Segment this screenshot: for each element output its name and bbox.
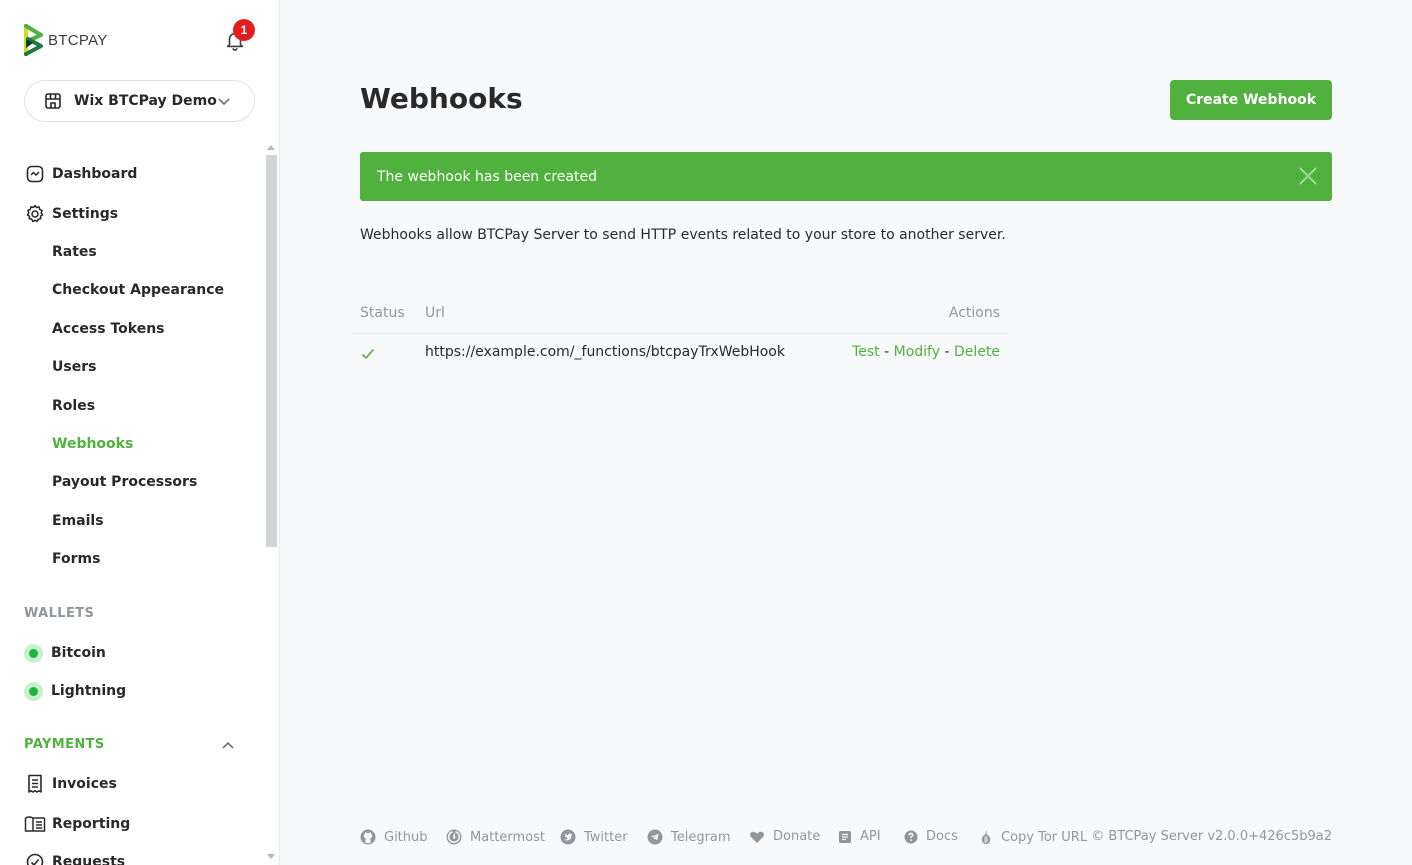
status-online-icon xyxy=(24,681,43,701)
footer-link-github[interactable]: Github xyxy=(360,829,428,845)
footer-link-donate[interactable]: Donate xyxy=(749,829,820,844)
modify-link[interactable]: Modify xyxy=(894,344,940,360)
footer-link-copy-tor-url[interactable]: Copy Tor URL xyxy=(979,829,1087,845)
sidebar-item-forms[interactable]: Forms xyxy=(52,548,100,570)
brand-name: BTCPAY xyxy=(48,31,108,49)
sidebar-item-settings[interactable]: Settings xyxy=(24,203,118,225)
sidebar-scrollbar[interactable] xyxy=(265,143,278,865)
btcpay-logo[interactable]: BTCPAY xyxy=(24,24,108,56)
page-title: Webhooks xyxy=(360,82,523,115)
chevron-down-icon xyxy=(218,98,230,106)
check-icon xyxy=(361,348,375,360)
heart-icon xyxy=(750,831,764,843)
separator: - xyxy=(884,344,890,360)
copyright: © BTCPay Server v2.0.0+426c5b9a2 xyxy=(1091,829,1332,844)
footer-link-label: Copy Tor URL xyxy=(1001,829,1088,845)
separator: - xyxy=(944,344,950,360)
reporting-icon xyxy=(24,813,46,835)
sidebar-item-label: Lightning xyxy=(51,683,127,699)
scroll-down-arrow[interactable] xyxy=(267,854,275,859)
twitter-icon xyxy=(560,829,576,845)
payments-heading[interactable]: PAYMENTS xyxy=(24,737,105,752)
footer-link-api[interactable]: API xyxy=(838,829,881,844)
footer-link-label: Telegram xyxy=(671,829,731,845)
footer-link-label: Donate xyxy=(773,829,821,844)
notification-badge[interactable]: 1 xyxy=(233,19,255,41)
footer-link-label: API xyxy=(860,829,881,844)
requests-icon xyxy=(24,851,46,865)
github-icon xyxy=(360,829,376,845)
close-icon[interactable] xyxy=(1298,166,1318,186)
footer-link-label: Github xyxy=(384,829,428,845)
wallets-heading: WALLETS xyxy=(24,606,95,621)
footer-link-docs[interactable]: Docs xyxy=(904,829,958,844)
store-selector[interactable]: Wix BTCPay Demo xyxy=(24,80,255,122)
scroll-thumb[interactable] xyxy=(266,155,277,547)
main-content: Webhooks Create Webhook The webhook has … xyxy=(280,0,1412,865)
sidebar-item-label: Invoices xyxy=(52,776,117,792)
sidebar-item-requests[interactable]: Requests xyxy=(24,851,125,865)
webhook-url: https://example.com/_functions/btcpayTrx… xyxy=(425,344,785,360)
invoice-icon xyxy=(24,773,46,795)
webhooks-table: Status Url Actions https://example.com/_… xyxy=(352,300,1008,374)
footer-link-telegram[interactable]: Telegram xyxy=(647,829,731,845)
mattermost-icon xyxy=(446,829,462,845)
footer-link-mattermost[interactable]: Mattermost xyxy=(446,829,545,845)
sidebar-item-lightning[interactable]: Lightning xyxy=(24,680,126,702)
btcpay-logo-icon xyxy=(24,24,43,56)
sidebar-item-reporting[interactable]: Reporting xyxy=(24,813,130,835)
tor-icon xyxy=(981,830,991,844)
table-row: https://example.com/_functions/btcpayTrx… xyxy=(352,334,1008,374)
test-link[interactable]: Test xyxy=(852,344,880,360)
sidebar-item-label: Bitcoin xyxy=(51,645,106,661)
store-name: Wix BTCPay Demo xyxy=(74,93,217,109)
sidebar-item-emails[interactable]: Emails xyxy=(52,510,104,532)
footer: Github Mattermost Twitter Telegram Donat… xyxy=(360,829,1332,849)
sidebar-item-label: Reporting xyxy=(52,816,131,832)
question-icon xyxy=(904,830,918,843)
sidebar-item-users[interactable]: Users xyxy=(52,356,96,378)
sidebar-item-bitcoin[interactable]: Bitcoin xyxy=(24,642,106,664)
gear-icon xyxy=(24,203,46,225)
sidebar-item-dashboard[interactable]: Dashboard xyxy=(24,163,137,185)
page-description: Webhooks allow BTCPay Server to send HTT… xyxy=(360,227,1006,243)
sidebar-item-access-tokens[interactable]: Access Tokens xyxy=(52,318,165,340)
success-alert: The webhook has been created xyxy=(360,152,1332,201)
column-header-url: Url xyxy=(425,305,445,321)
sidebar-item-webhooks[interactable]: Webhooks xyxy=(52,433,133,455)
scroll-up-arrow[interactable] xyxy=(267,145,275,150)
row-actions: Test - Modify - Delete xyxy=(852,344,1000,360)
sidebar: BTCPAY 1 Wix BTCPay Demo Dashboard Setti… xyxy=(0,0,280,865)
sidebar-item-invoices[interactable]: Invoices xyxy=(24,773,117,795)
alert-message: The webhook has been created xyxy=(377,168,597,185)
dashboard-icon xyxy=(24,163,46,185)
column-header-actions: Actions xyxy=(948,305,1000,321)
sidebar-item-checkout-appearance[interactable]: Checkout Appearance xyxy=(52,279,224,301)
footer-link-label: Twitter xyxy=(584,829,628,845)
footer-link-twitter[interactable]: Twitter xyxy=(560,829,628,845)
sidebar-item-label: Requests xyxy=(52,854,126,865)
status-online-icon xyxy=(24,643,43,663)
create-webhook-button[interactable]: Create Webhook xyxy=(1170,80,1332,120)
sidebar-item-roles[interactable]: Roles xyxy=(52,395,95,417)
telegram-icon xyxy=(647,829,663,845)
footer-link-label: Docs xyxy=(926,829,958,844)
api-icon xyxy=(839,830,851,843)
sidebar-nav: Dashboard Settings Rates Checkout Appear… xyxy=(0,150,265,865)
sidebar-item-label: Settings xyxy=(52,206,119,222)
table-header: Status Url Actions xyxy=(352,300,1008,334)
delete-link[interactable]: Delete xyxy=(954,344,1000,360)
column-header-status: Status xyxy=(360,305,405,321)
chevron-up-icon[interactable] xyxy=(220,739,236,751)
sidebar-item-rates[interactable]: Rates xyxy=(52,241,97,263)
footer-link-label: Mattermost xyxy=(470,829,545,845)
sidebar-item-payout-processors[interactable]: Payout Processors xyxy=(52,471,197,493)
store-icon xyxy=(45,93,61,109)
sidebar-item-label: Dashboard xyxy=(52,166,138,182)
